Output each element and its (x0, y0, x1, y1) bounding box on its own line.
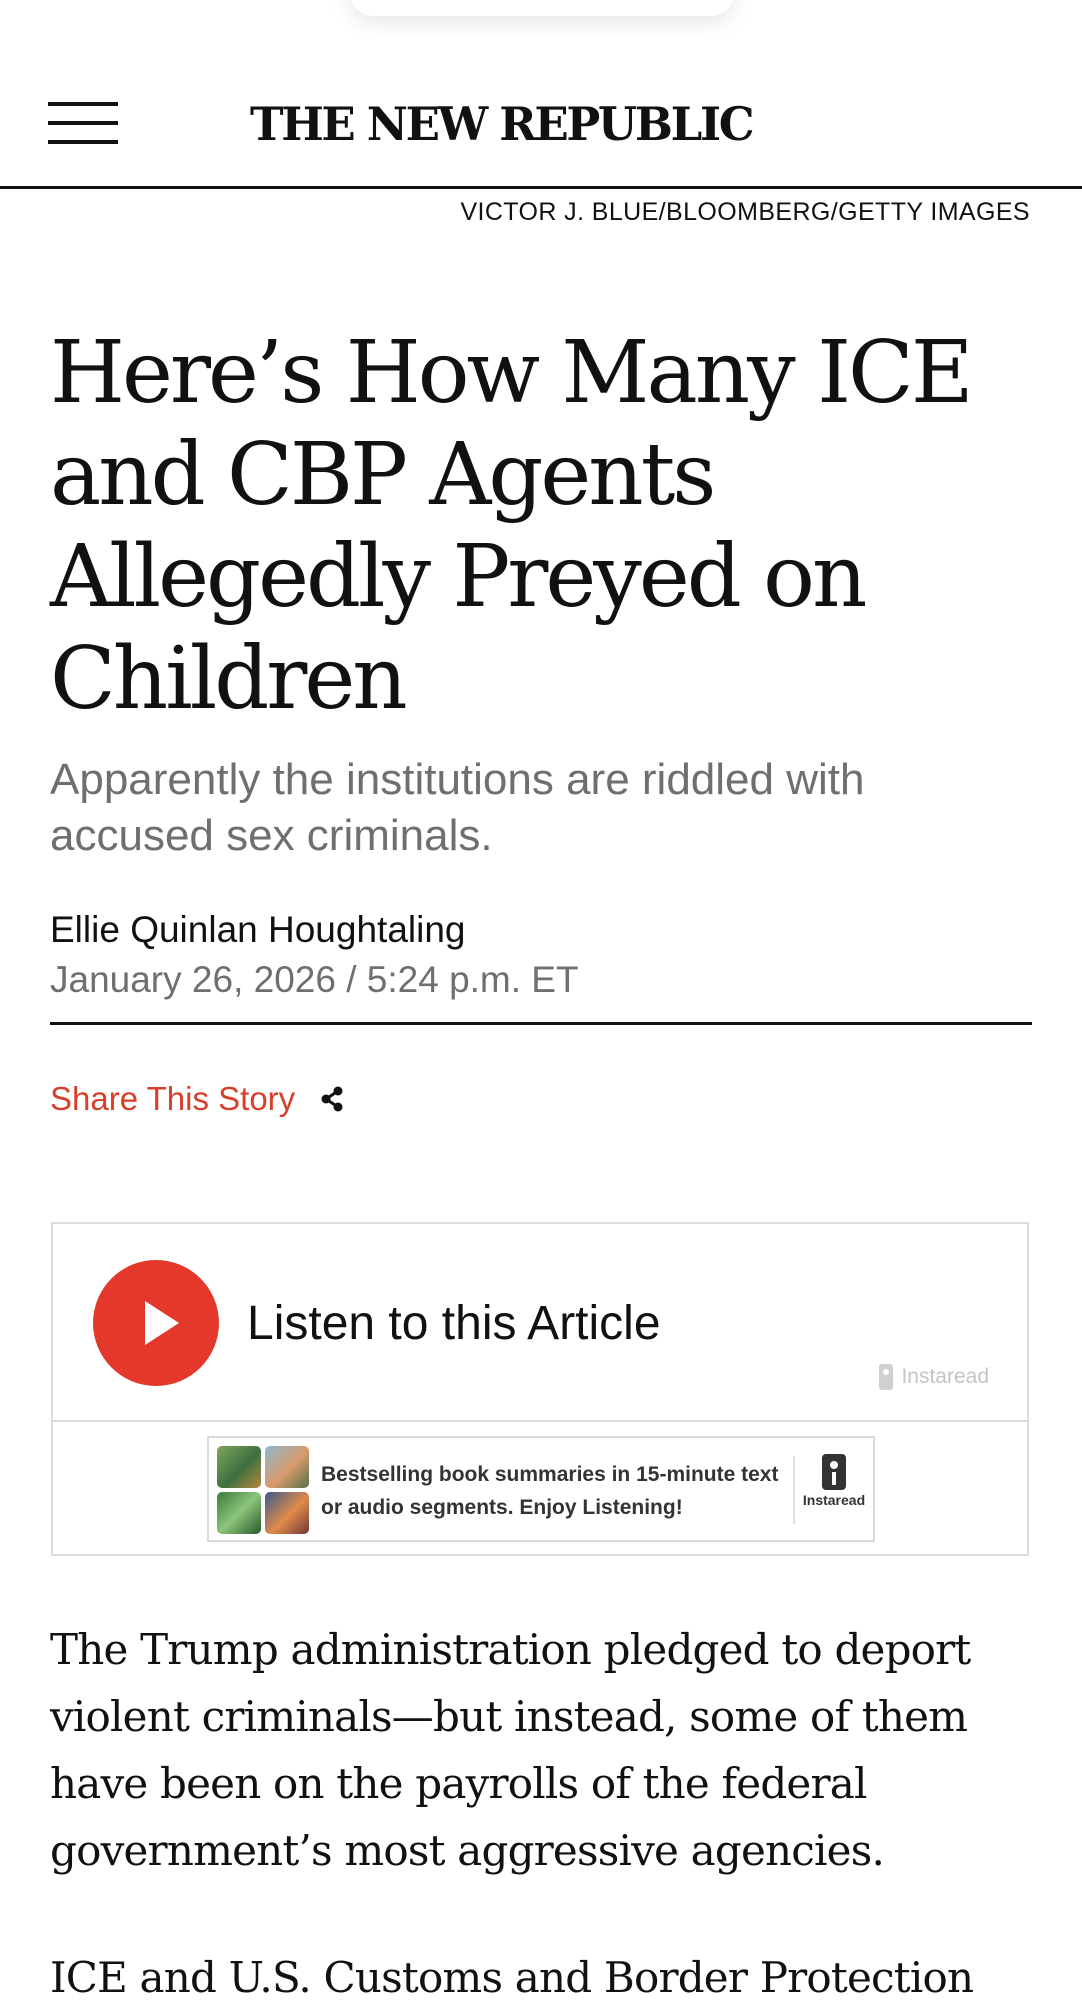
site-logo[interactable]: THE NEW REPUBLIC (250, 98, 838, 150)
instaread-icon (879, 1364, 894, 1390)
book-cover-thumbnail (265, 1492, 309, 1534)
audio-player-controls: Listen to this Article Instaread (53, 1224, 1027, 1422)
book-cover-thumbnail (265, 1446, 309, 1488)
menu-button[interactable] (48, 100, 120, 146)
publish-time: 5:24 p.m. ET (366, 959, 579, 1000)
hamburger-menu-icon-line (48, 140, 118, 144)
instaread-brand-label: Instaread (901, 1365, 989, 1388)
article-paragraph: The Trump administration pledged to depo… (50, 1625, 971, 1875)
publish-date: January 26, 2026 (50, 959, 336, 1000)
author-link[interactable]: Ellie Quinlan Houghtaling (50, 908, 466, 952)
instaread-ad-banner[interactable]: Bestselling book summaries in 15-minute … (207, 1436, 875, 1542)
ad-text: Bestselling book summaries in 15-minute … (321, 1463, 779, 1519)
listen-label: Listen to this Article (247, 1297, 661, 1350)
audio-player: Listen to this Article Instaread Bestsel… (51, 1222, 1029, 1556)
instaread-logo: Instaread (799, 1454, 869, 1508)
ad-divider (793, 1456, 795, 1524)
hamburger-menu-icon-line (48, 121, 118, 125)
article-paragraph: ICE and U.S. Customs and Border Protecti… (50, 1953, 974, 2002)
site-header: THE NEW REPUBLIC (0, 68, 1082, 189)
hamburger-menu-icon-line (48, 102, 118, 106)
instaread-brand[interactable]: Instaread (879, 1364, 989, 1390)
publish-dateline: January 26, 2026 / 5:24 p.m. ET (50, 958, 579, 1002)
browser-top-bar (350, 0, 734, 16)
share-story-button[interactable]: Share This Story (50, 1078, 347, 1120)
date-separator: / (346, 959, 357, 1000)
instaread-logo-icon (822, 1454, 846, 1490)
article-headline: Here’s How Many ICE and CBP Agents Alleg… (50, 323, 974, 729)
play-button[interactable] (93, 1260, 219, 1386)
play-icon (145, 1301, 179, 1345)
share-label: Share This Story (50, 1080, 296, 1117)
share-icon (321, 1086, 343, 1112)
byline-divider (50, 1022, 1032, 1025)
instaread-logo-label: Instaread (802, 1492, 866, 1508)
article-subtitle: Apparently the institutions are riddled … (50, 755, 865, 860)
book-cover-thumbnail (217, 1446, 261, 1488)
book-cover-thumbnail (217, 1492, 261, 1534)
photo-credit: VICTOR J. BLUE/BLOOMBERG/GETTY IMAGES (460, 198, 1030, 226)
